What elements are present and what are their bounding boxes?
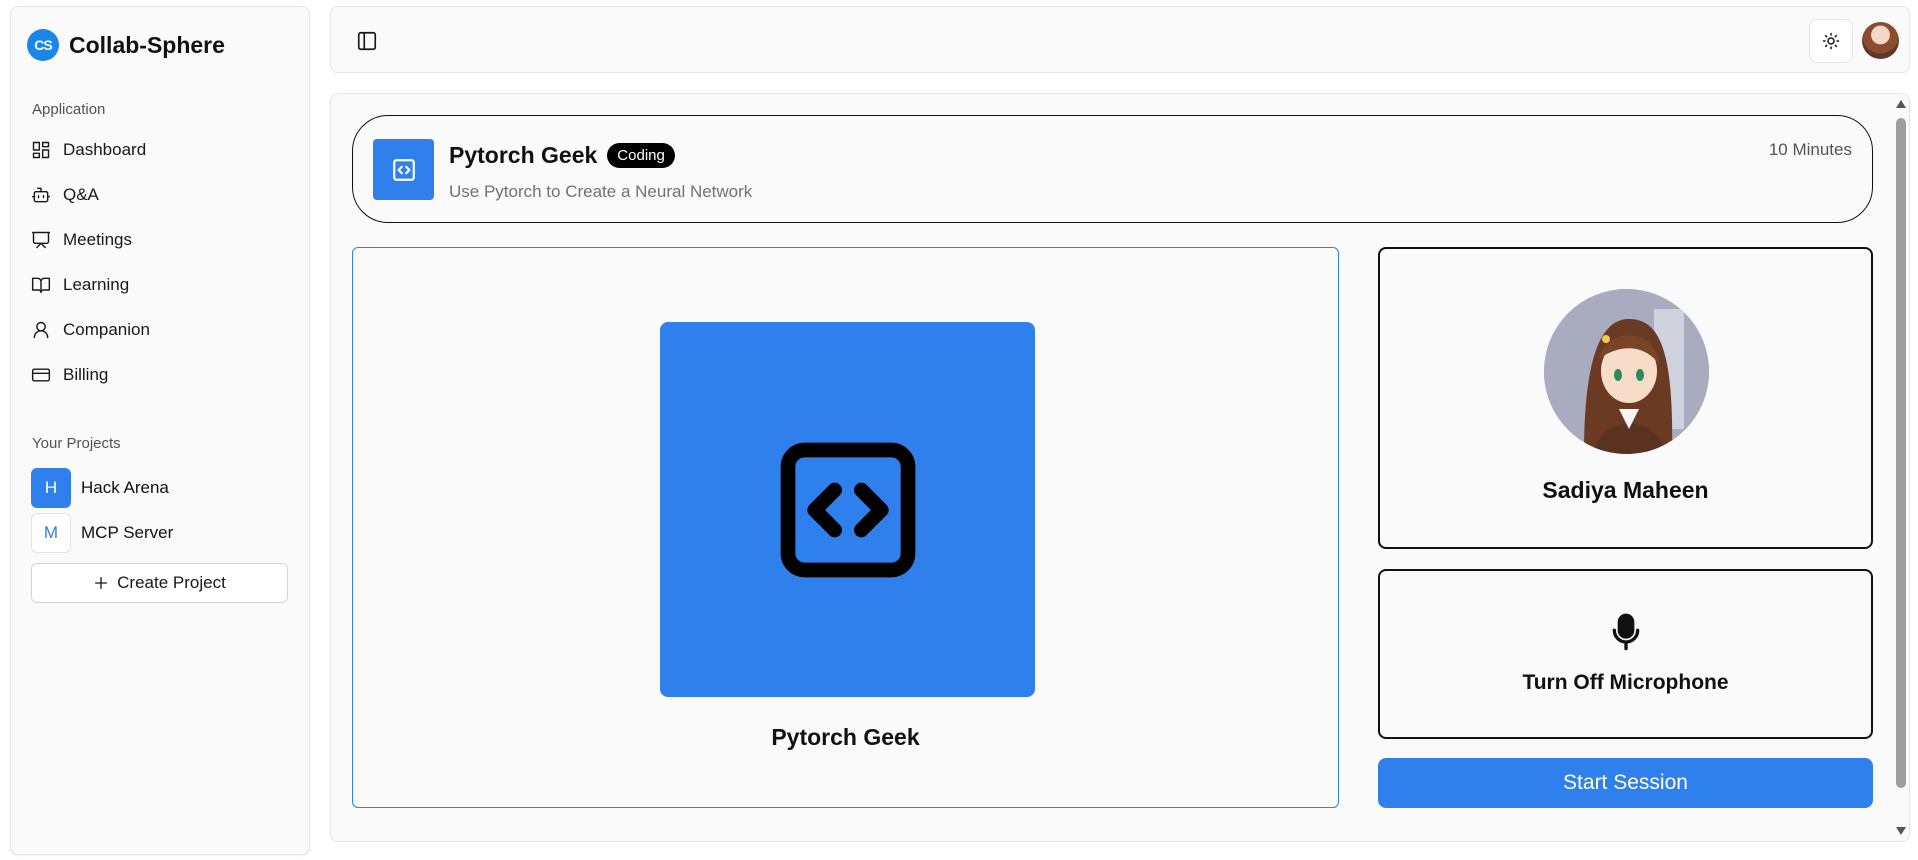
companion-name: Pytorch Geek (449, 142, 598, 168)
sidebar-item-label: Billing (63, 364, 109, 384)
companion-avatar-tile (660, 322, 1035, 697)
session-header-card: Pytorch Geek Coding Use Pytorch to Create… (352, 115, 1873, 223)
companion-subject-icon (373, 139, 434, 200)
scroll-down-icon[interactable] (1896, 827, 1906, 835)
sidebar-item-qa[interactable]: Q&A (31, 172, 301, 217)
companion-panel: Pytorch Geek (352, 247, 1339, 808)
sidebar-nav: Dashboard Q&A Meetings Learning Companio… (31, 127, 301, 397)
subject-badge: Coding (607, 143, 675, 168)
plus-icon (95, 577, 108, 589)
project-name: MCP Server (81, 522, 174, 542)
sidebar-toggle-icon[interactable] (356, 30, 378, 52)
project-initial: H (31, 467, 71, 508)
start-session-button[interactable]: Start Session (1378, 758, 1873, 808)
sidebar-item-dashboard[interactable]: Dashboard (31, 127, 301, 172)
code-square-icon (780, 442, 915, 577)
scroll-thumb[interactable] (1896, 118, 1906, 788)
presentation-icon (31, 231, 51, 248)
create-project-label: Create Project (117, 573, 226, 592)
projects-section-label: Your Projects (32, 435, 121, 452)
sidebar: CS Collab-Sphere Application Dashboard Q… (10, 6, 310, 855)
credit-card-icon (31, 367, 51, 382)
sidebar-item-label: Dashboard (63, 139, 147, 159)
project-initial: M (31, 512, 71, 553)
user-profile-picture (1544, 289, 1709, 454)
project-list: H Hack Arena M MCP Server (31, 465, 301, 555)
sidebar-item-label: Q&A (63, 184, 99, 204)
sidebar-item-learning[interactable]: Learning (31, 262, 301, 307)
project-item-mcp-server[interactable]: M MCP Server (31, 510, 301, 555)
sidebar-item-billing[interactable]: Billing (31, 352, 301, 397)
bot-icon (31, 187, 51, 202)
companion-title: Pytorch Geek Coding (449, 142, 675, 169)
sun-icon (1822, 32, 1840, 50)
user-avatar[interactable] (1862, 22, 1899, 59)
brand[interactable]: CS Collab-Sphere (27, 29, 225, 61)
user-icon (33, 321, 49, 338)
sidebar-item-label: Meetings (63, 229, 132, 249)
session-duration: 10 Minutes (1768, 140, 1852, 159)
microphone-label: Turn Off Microphone (1522, 671, 1729, 694)
create-project-button[interactable]: Create Project (31, 563, 288, 603)
brand-name: Collab-Sphere (69, 31, 225, 58)
top-bar (330, 6, 1910, 73)
microphone-toggle[interactable]: Turn Off Microphone (1378, 569, 1873, 739)
session-topic: Use Pytorch to Create a Neural Network (449, 182, 753, 201)
application-section-label: Application (32, 101, 106, 118)
sidebar-item-label: Learning (63, 274, 130, 294)
brand-logo: CS (27, 29, 59, 61)
sidebar-item-companion[interactable]: Companion (31, 307, 301, 352)
main-scrollbar[interactable] (1893, 94, 1909, 841)
main-content: Pytorch Geek Coding Use Pytorch to Create… (330, 93, 1910, 842)
project-item-hack-arena[interactable]: H Hack Arena (31, 465, 301, 510)
user-name: Sadiya Maheen (1542, 477, 1709, 503)
sidebar-item-meetings[interactable]: Meetings (31, 217, 301, 262)
user-panel: Sadiya Maheen (1378, 247, 1873, 549)
companion-panel-name: Pytorch Geek (771, 724, 920, 750)
theme-toggle-button[interactable] (1809, 19, 1853, 63)
scroll-up-icon[interactable] (1896, 100, 1906, 108)
microphone-icon (1612, 613, 1640, 651)
dashboard-icon (32, 141, 50, 158)
sidebar-item-label: Companion (63, 319, 150, 339)
book-icon (31, 277, 51, 293)
project-name: Hack Arena (81, 477, 169, 497)
